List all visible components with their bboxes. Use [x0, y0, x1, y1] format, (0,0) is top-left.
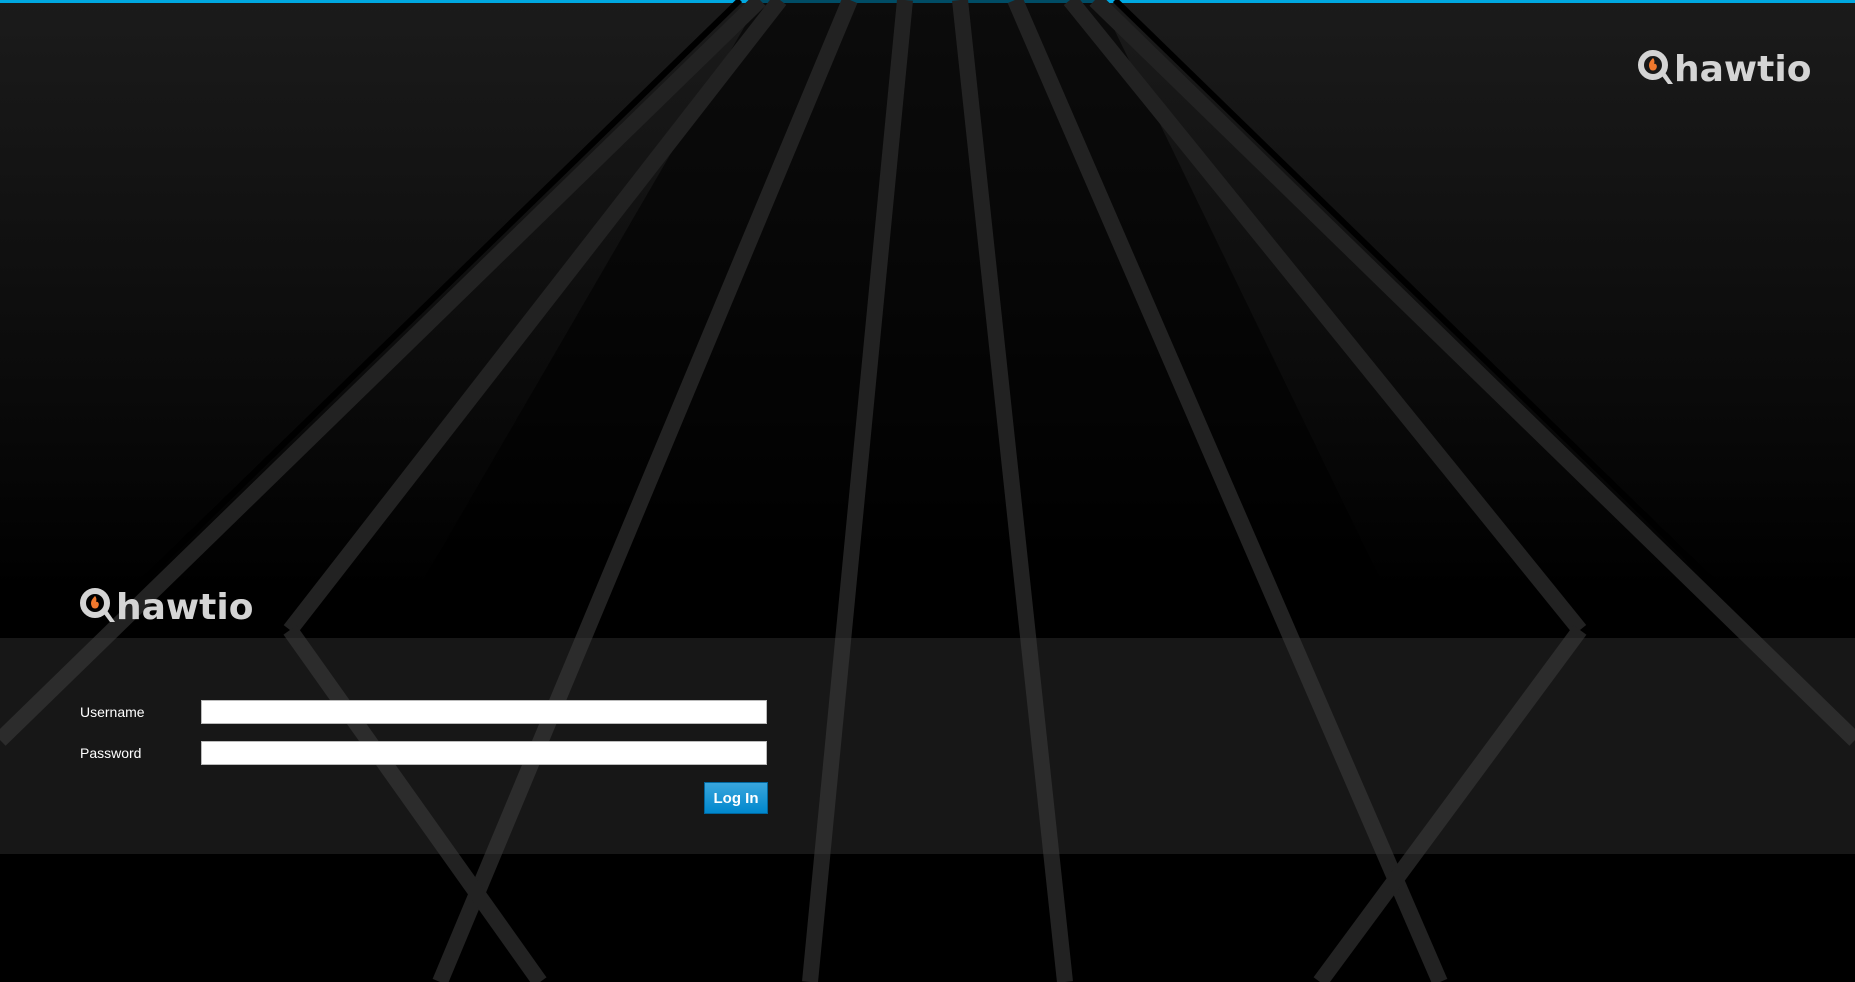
hawtio-flame-q-icon	[1637, 48, 1673, 91]
header-logo: hawtio	[1637, 48, 1811, 91]
password-input[interactable]	[201, 741, 767, 765]
login-logo-text: hawtio	[116, 586, 254, 628]
username-row: Username	[80, 700, 767, 724]
header-logo-text: hawtio	[1674, 48, 1812, 90]
hawtio-flame-q-icon	[79, 586, 115, 629]
login-button[interactable]: Log In	[704, 782, 768, 814]
password-row: Password	[80, 741, 767, 765]
username-label: Username	[80, 704, 145, 720]
username-input[interactable]	[201, 700, 767, 724]
login-page: hawtio hawtio Username Password Log In	[0, 0, 1855, 982]
login-logo: hawtio	[79, 586, 253, 629]
password-label: Password	[80, 745, 142, 761]
